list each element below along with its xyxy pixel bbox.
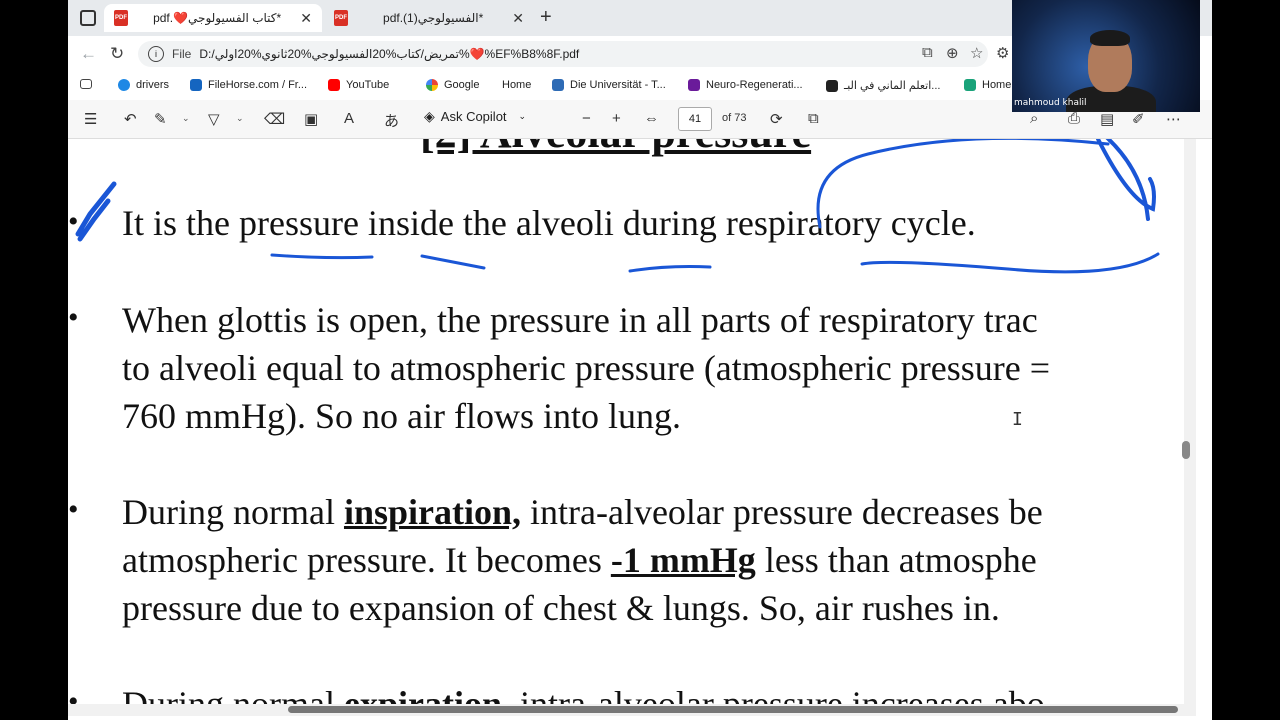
search-icon[interactable]: ⌕ [1030,110,1038,127]
page-view-icon[interactable]: ⧉ [808,110,819,127]
text-line: When glottis is open, the pressure in al… [122,300,1038,340]
google-icon [426,79,438,91]
save-icon[interactable]: ▤ [1100,110,1114,128]
bookmark-home[interactable]: Home [502,79,531,91]
bookmark-home-2[interactable]: Home [964,79,1011,91]
text-line: atmospheric pressure. It becomes -1 mmHg… [122,540,1037,580]
ask-copilot-button[interactable]: ◈ Ask Copilot ⌄ [424,108,526,125]
address-bar[interactable]: i File D:/تمريض/كتاب%20الفسيولوجي%20ثانو… [138,41,988,67]
bookmark-favicon [688,79,700,91]
vertical-scrollbar[interactable] [1184,139,1196,709]
paragraph-2: When glottis is open, the pressure in al… [122,296,1050,440]
bookmark-filehorse[interactable]: FileHorse.com / Fr... [190,79,307,91]
tab-title: pdf.(1)الفسيولوجي* [383,11,484,25]
tab-title: pdf.❤️كتاب الفسيولوجي* [153,11,282,25]
text-box-icon[interactable]: ▣ [304,110,318,128]
bookmark-tu[interactable]: Die Universität - T... [552,79,666,91]
page-count: of 73 [722,112,747,124]
webcam-overlay: mahmoud khalil [1012,0,1200,112]
save-as-icon[interactable]: ✐ [1132,110,1145,128]
pdf-file-icon: PDF [114,10,128,26]
bookmark-favicon [118,79,130,91]
bullet: • [68,301,79,334]
bullet: • [68,493,79,526]
close-tab-icon[interactable]: ✕ [512,10,524,27]
section-heading: [2] Alveolar pressure [420,139,811,158]
chevron-down-icon[interactable]: ⌄ [236,113,244,124]
extensions-icon[interactable]: ⚙ [996,44,1009,62]
favorite-star-icon[interactable]: ☆ [970,44,983,62]
read-aloud-icon[interactable]: A [344,110,354,127]
bookmark-youtube[interactable]: YouTube [328,79,389,91]
bookmark-arabic[interactable]: اتعلم الماني في البـ... [826,79,940,92]
tab-pdf-2[interactable]: PDF pdf.(1)الفسيولوجي* ✕ [324,4,534,32]
vertical-scroll-thumb[interactable] [1182,441,1190,459]
tab-actions-icon[interactable] [80,10,96,26]
more-options-icon[interactable]: ⋯ [1166,110,1181,128]
chevron-down-icon[interactable]: ⌄ [182,113,190,124]
zoom-out-button[interactable]: − [582,110,591,127]
copilot-icon: ◈ [424,108,435,124]
horizontal-scroll-thumb[interactable] [288,706,1178,713]
new-tab-icon[interactable]: + [540,6,552,29]
undo-icon[interactable]: ↶ [124,110,137,128]
copilot-page-icon[interactable]: ⧉ [922,44,933,61]
tab-pdf-active[interactable]: PDF pdf.❤️كتاب الفسيولوجي* ✕ [104,4,322,32]
ask-copilot-label: Ask Copilot [440,109,507,124]
back-icon[interactable]: ← [80,44,97,64]
zoom-in-button[interactable]: + [612,110,621,127]
highlight-icon[interactable]: ✎ [154,110,167,128]
chevron-down-icon: ⌄ [518,111,527,121]
webcam-name-label: mahmoud khalil [1014,98,1087,108]
bookmark-favicon [190,79,202,91]
bookmark-google[interactable]: Google [426,79,479,91]
rotate-icon[interactable]: ⟳ [770,110,783,128]
eraser-icon[interactable]: ⌫ [264,110,285,128]
text-line: to alveoli equal to atmospheric pressure… [122,348,1051,388]
bookmark-favicon [964,79,976,91]
close-tab-icon[interactable]: ✕ [300,10,312,27]
bookmark-favicon [552,79,564,91]
refresh-icon[interactable]: ↻ [110,44,124,64]
scheme-label: File [172,47,192,61]
pdf-file-icon: PDF [334,10,348,26]
paragraph-3: During normal inspiration, intra-alveola… [122,488,1043,632]
text-line: It is the pressure inside the alveoli du… [122,203,976,243]
youtube-icon [328,79,340,91]
zoom-icon[interactable]: ⊕ [946,44,959,62]
url-text: D:/تمريض/كتاب%20الفسيولوجي%20ثانوي%20اول… [199,47,580,61]
page-number-input[interactable]: 41 [678,107,712,131]
text-line: 760 mmHg). So no air flows into lung. [122,396,681,436]
print-icon[interactable]: ⎙ [1068,110,1080,127]
translate-icon[interactable]: あ [384,110,399,131]
bookmark-favicon [826,79,838,92]
contents-icon[interactable]: ☰ [84,110,97,128]
pdf-page[interactable]: [2] Alveolar pressure • It is the pressu… [68,139,1184,709]
bookmark-drivers[interactable]: drivers [118,79,169,91]
draw-icon[interactable]: ▽ [208,110,220,128]
bookmark-neuro[interactable]: Neuro-Regenerati... [688,79,803,91]
text-cursor-icon: I [1012,409,1023,430]
paragraph-1: It is the pressure inside the alveoli du… [122,199,976,247]
bullet: • [68,205,79,238]
info-icon[interactable]: i [148,46,164,62]
reading-list-icon[interactable] [80,79,98,89]
fit-page-icon[interactable]: ⇔ [644,110,659,127]
text-line: pressure due to expansion of chest & lun… [122,588,1000,628]
text-line: During normal inspiration, intra-alveola… [122,492,1043,532]
presenter-hair [1090,30,1130,46]
